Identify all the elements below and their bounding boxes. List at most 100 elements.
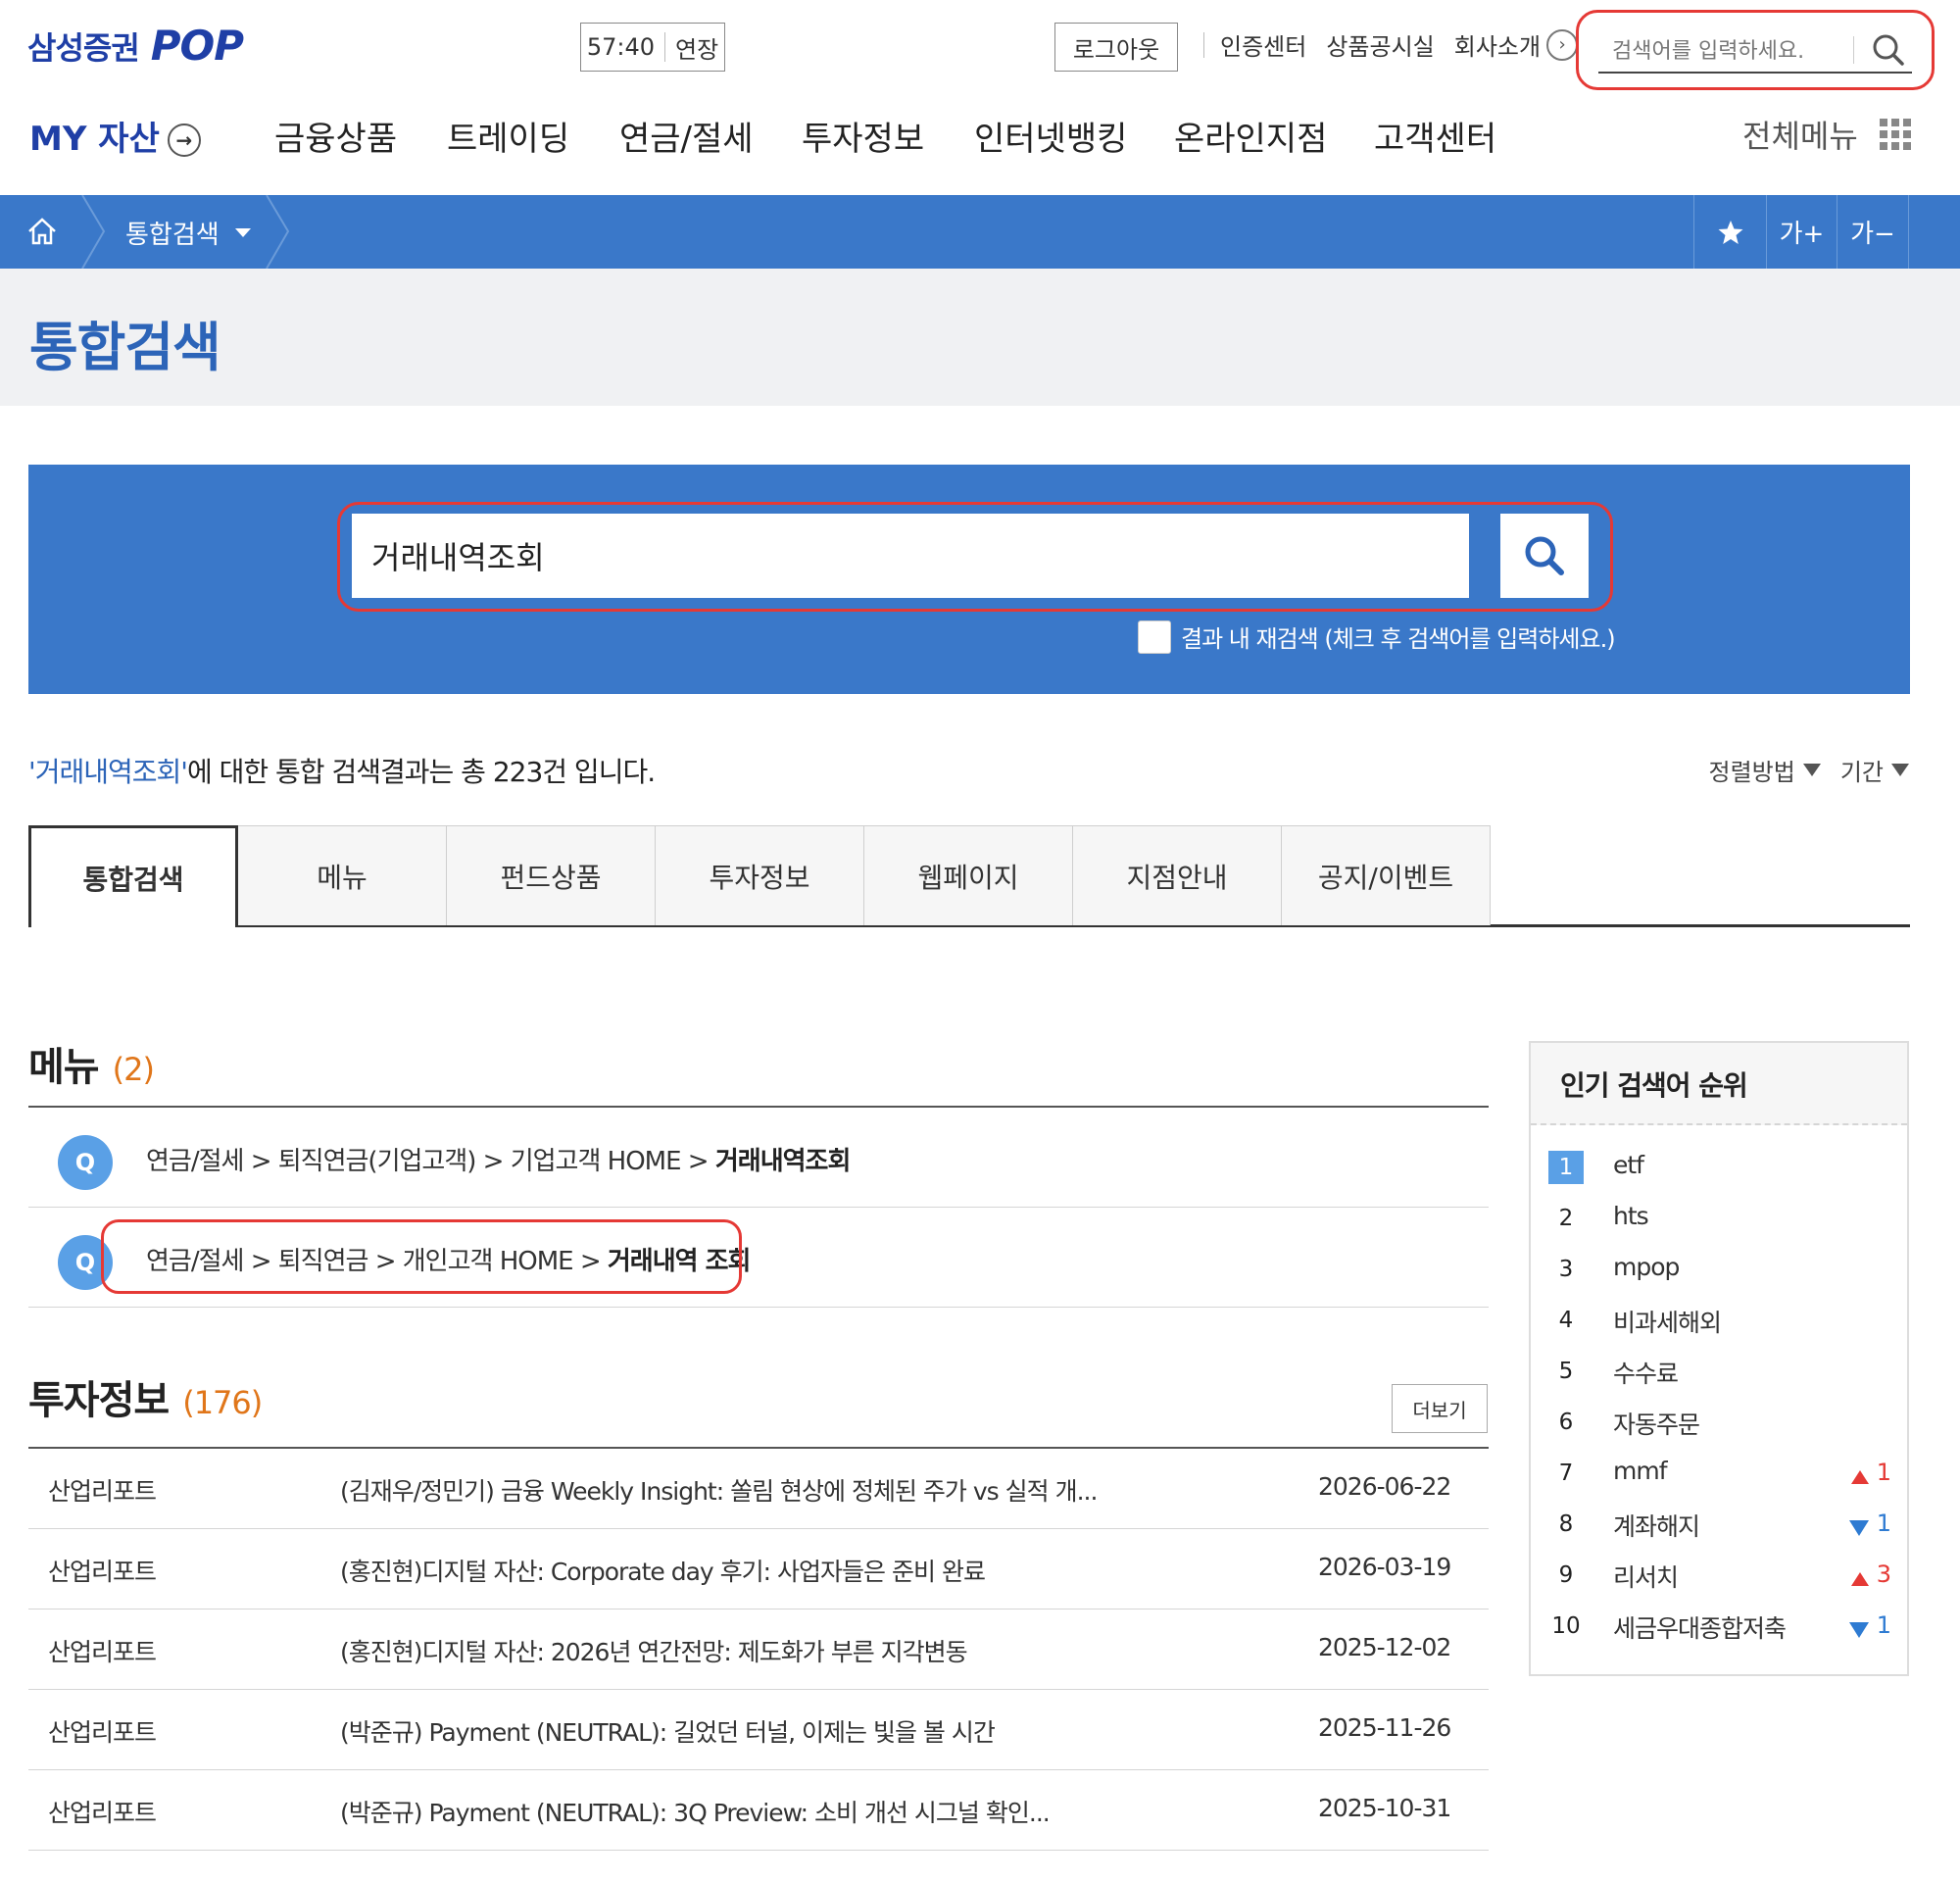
popular-term[interactable]: 수수료 <box>1613 1355 1679 1390</box>
popular-term[interactable]: mmf <box>1613 1457 1668 1485</box>
tab-branch-info[interactable]: 지점안내 <box>1072 825 1282 925</box>
popular-term[interactable]: hts <box>1613 1202 1649 1230</box>
popular-item[interactable]: 8 계좌해지 1 <box>1548 1506 1891 1545</box>
caret-down-icon <box>1891 764 1909 776</box>
popular-item[interactable]: 10 세금우대종합저축 1 <box>1548 1608 1891 1647</box>
nav-internet-banking[interactable]: 인터넷뱅킹 <box>974 112 1127 160</box>
tab-menu[interactable]: 메뉴 <box>237 825 447 925</box>
popular-item[interactable]: 5 수수료 <box>1548 1353 1891 1392</box>
period-dropdown[interactable]: 기간 <box>1840 753 1909 787</box>
nav-financial-products[interactable]: 금융상품 <box>274 112 397 160</box>
menu-section-label: 메뉴 <box>28 1045 100 1090</box>
favorite-star-icon[interactable] <box>1693 195 1766 269</box>
popular-item[interactable]: 7 mmf 1 <box>1548 1455 1891 1494</box>
link-cert-center[interactable]: 인증센터 <box>1220 27 1306 62</box>
font-size-increase-button[interactable]: 가+ <box>1766 195 1837 269</box>
integrated-search-panel: 거래내역조회 결과 내 재검색 (체크 후 검색어를 입력하세요.) <box>28 465 1910 694</box>
row-category: 산업리포트 <box>48 1477 157 1506</box>
rank-number: 2 <box>1558 1206 1574 1231</box>
nav-customer-center[interactable]: 고객센터 <box>1374 112 1496 160</box>
row-date: 2026-03-19 <box>1318 1553 1451 1581</box>
summary-keyword: '거래내역조회' <box>28 756 188 788</box>
row-title-link[interactable]: (김재우/정민기) 금융 Weekly Insight: 쏠림 현상에 정체된 … <box>340 1472 1098 1508</box>
search-icon[interactable] <box>1871 32 1906 72</box>
tab-fund-products[interactable]: 펀드상품 <box>446 825 656 925</box>
research-within-results[interactable]: 결과 내 재검색 (체크 후 검색어를 입력하세요.) <box>1138 619 1616 654</box>
breadcrumb-separator-icon <box>81 195 106 269</box>
my-asset-link[interactable]: MY 자산 → <box>29 112 201 160</box>
nav-trading[interactable]: 트레이딩 <box>447 112 569 160</box>
popular-item[interactable]: 6 자동주문 <box>1548 1404 1891 1443</box>
timer-divider <box>664 32 665 62</box>
breadcrumb-current[interactable]: 통합검색 <box>125 215 251 251</box>
rank-number: 4 <box>1558 1308 1574 1333</box>
popular-term[interactable]: 비과세해외 <box>1613 1304 1722 1339</box>
row-title-link[interactable]: (홍진현)디지털 자산: Corporate day 후기: 사업자들은 준비 … <box>340 1553 986 1588</box>
popular-item[interactable]: 4 비과세해외 <box>1548 1302 1891 1341</box>
menu-section-title: 메뉴 (2) <box>28 1035 155 1092</box>
popular-item[interactable]: 2 hts <box>1548 1200 1891 1239</box>
arrow-up-icon <box>1850 1572 1869 1586</box>
table-row[interactable]: 산업리포트 (박준규) Payment (NEUTRAL): 길었던 터널, 이… <box>28 1690 1489 1770</box>
top-search-highlight: 검색어를 입력하세요. <box>1576 10 1935 90</box>
tab-investment-info[interactable]: 투자정보 <box>655 825 864 925</box>
nav-investment-info[interactable]: 투자정보 <box>802 112 924 160</box>
samsung-pop-logo[interactable]: 삼성증권 POP <box>27 22 244 70</box>
divider <box>1853 36 1854 64</box>
main-search-button[interactable] <box>1500 514 1589 598</box>
popular-item[interactable]: 1 etf <box>1548 1149 1891 1188</box>
top-search-input[interactable]: 검색어를 입력하세요. <box>1598 26 1912 74</box>
tab-integrated-search[interactable]: 통합검색 <box>28 825 238 927</box>
main-navigation: MY 자산 → 금융상품 트레이딩 연금/절세 투자정보 인터넷뱅킹 온라인지점… <box>0 98 1960 196</box>
chevron-right-circle-icon[interactable]: › <box>1546 28 1579 61</box>
popular-term[interactable]: 세금우대종합저축 <box>1613 1610 1787 1645</box>
rank-change-down: 1 <box>1848 1611 1891 1639</box>
arrow-up-icon <box>1850 1470 1869 1484</box>
nav-pension-tax[interactable]: 연금/절세 <box>619 112 754 160</box>
table-row[interactable]: 산업리포트 (홍진현)디지털 자산: Corporate day 후기: 사업자… <box>28 1529 1489 1610</box>
row-date: 2025-10-31 <box>1318 1794 1451 1822</box>
row-title-link[interactable]: (홍진현)디지털 자산: 2026년 연간전망: 제도화가 부른 지각변동 <box>340 1633 968 1668</box>
main-search-input[interactable]: 거래내역조회 <box>352 514 1469 598</box>
popular-header: 인기 검색어 순위 <box>1531 1043 1907 1125</box>
link-company-intro[interactable]: 회사소개 <box>1454 27 1541 62</box>
home-icon[interactable] <box>25 215 59 252</box>
row-date: 2025-12-02 <box>1318 1633 1451 1661</box>
arrow-down-icon <box>1848 1520 1869 1536</box>
nav-online-branch[interactable]: 온라인지점 <box>1174 112 1327 160</box>
breadcrumb-separator-icon <box>266 195 290 269</box>
sort-method-dropdown[interactable]: 정렬방법 <box>1709 753 1821 787</box>
more-button[interactable]: 더보기 <box>1392 1384 1488 1433</box>
row-title-link[interactable]: (박준규) Payment (NEUTRAL): 길었던 터널, 이제는 빛을 … <box>340 1713 996 1749</box>
popular-term[interactable]: etf <box>1613 1151 1644 1179</box>
menu-path[interactable]: 연금/절세 > 퇴직연금(기업고객) > 기업고객 HOME > 거래내역조회 <box>146 1141 851 1177</box>
popular-term[interactable]: 리서치 <box>1613 1559 1679 1594</box>
table-row[interactable]: 산업리포트 (홍진현)디지털 자산: 2026년 연간전망: 제도화가 부른 지… <box>28 1610 1489 1690</box>
page-title: 통합검색 <box>29 317 221 378</box>
rank-badge: 1 <box>1548 1151 1584 1184</box>
breadcrumb-current-label: 통합검색 <box>125 221 220 250</box>
menu-result-row[interactable]: Q 연금/절세 > 퇴직연금(기업고객) > 기업고객 HOME > 거래내역조… <box>28 1108 1489 1208</box>
rank-number: 7 <box>1558 1461 1574 1486</box>
logout-button[interactable]: 로그아웃 <box>1054 23 1178 72</box>
font-size-decrease-button[interactable]: 가− <box>1837 195 1909 269</box>
table-row[interactable]: 산업리포트 (김재우/정민기) 금융 Weekly Insight: 쏠림 현상… <box>28 1449 1489 1529</box>
extend-session-button[interactable]: 연장 <box>675 30 718 65</box>
popular-term[interactable]: 자동주문 <box>1613 1406 1700 1441</box>
popular-item[interactable]: 3 mpop <box>1548 1251 1891 1290</box>
result-summary: '거래내역조회'에 대한 통합 검색결과는 총 223건 입니다. <box>28 751 656 790</box>
link-product-disclosure[interactable]: 상품공시실 <box>1326 27 1434 62</box>
popular-term[interactable]: 계좌해지 <box>1613 1508 1700 1543</box>
rank-change-value: 1 <box>1876 1611 1891 1639</box>
popular-item[interactable]: 9 리서치 3 <box>1548 1557 1891 1596</box>
row-title-link[interactable]: (박준규) Payment (NEUTRAL): 3Q Preview: 소비 … <box>340 1794 1051 1829</box>
table-row[interactable]: 산업리포트 (박준규) Payment (NEUTRAL): 3Q Previe… <box>28 1770 1489 1851</box>
sort-options: 정렬방법 기간 <box>1690 753 1909 787</box>
divider <box>1203 31 1204 58</box>
row-category: 산업리포트 <box>48 1799 157 1827</box>
popular-term[interactable]: mpop <box>1613 1253 1680 1281</box>
tab-notice-event[interactable]: 공지/이벤트 <box>1281 825 1491 925</box>
all-menu-button[interactable]: 전체메뉴 <box>1742 112 1911 157</box>
research-checkbox[interactable] <box>1138 619 1171 654</box>
tab-webpage[interactable]: 웹페이지 <box>863 825 1073 925</box>
